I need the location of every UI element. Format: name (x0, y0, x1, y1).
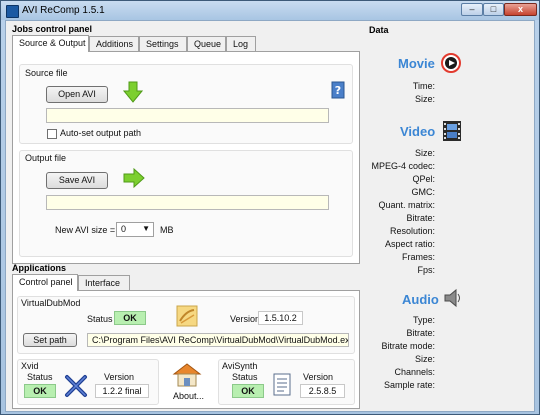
close-button[interactable]: x (504, 3, 537, 16)
title-bar[interactable]: AVI ReComp 1.5.1 – □ x (1, 1, 539, 20)
video-bitrate-label: Bitrate: (406, 213, 435, 223)
source-path-field[interactable] (46, 108, 329, 123)
speaker-icon (444, 288, 460, 308)
avisynth-status-badge: OK (232, 384, 264, 398)
minimize-button[interactable]: – (461, 3, 483, 16)
jobs-tabbar: Source & Output Additions Settings Queue… (12, 35, 362, 52)
xvid-title: Xvid (21, 361, 39, 371)
avisynth-version-label: Version (303, 372, 334, 382)
output-path-field[interactable] (46, 195, 329, 210)
save-avi-button[interactable]: Save AVI (46, 172, 108, 189)
new-avi-size-label: New AVI size = (55, 225, 116, 235)
video-codec-label: MPEG-4 codec: (371, 161, 435, 171)
audio-sample-rate-label: Sample rate: (383, 380, 435, 390)
avisynth-version-value: 2.5.8.5 (300, 384, 345, 398)
avisynth-status-label: Status (232, 372, 258, 382)
vdm-path-field[interactable]: C:\Program Files\AVI ReComp\VirtualDubMo… (87, 333, 349, 347)
virtualdubmod-logo-icon (176, 305, 198, 327)
size-unit-label: MB (160, 225, 174, 235)
avisynth-title: AviSynth (222, 361, 258, 371)
audio-size-label: Size: (414, 354, 435, 364)
video-heading: Video (400, 124, 436, 139)
chevron-down-icon: ▼ (142, 224, 150, 233)
video-quant-label: Quant. matrix: (378, 200, 435, 210)
audio-type-label: Type: (412, 315, 435, 325)
autoset-output-label: Auto-set output path (60, 128, 142, 138)
movie-heading: Movie (398, 56, 435, 71)
film-strip-icon (443, 121, 461, 141)
video-aspect-label: Aspect ratio: (384, 239, 435, 249)
tab-control-panel[interactable]: Control panel (12, 274, 78, 291)
source-file-label: Source file (25, 68, 68, 78)
open-avi-button[interactable]: Open AVI (46, 86, 108, 103)
xvid-status-label: Status (27, 372, 53, 382)
xvid-logo-icon (65, 375, 87, 397)
tab-interface[interactable]: Interface (78, 275, 130, 290)
vdm-status-badge: OK (114, 311, 146, 325)
app-window: AVI ReComp 1.5.1 – □ x Jobs control pane… (0, 0, 540, 415)
avi-size-value: 0 (121, 224, 127, 234)
about-house-icon[interactable] (172, 362, 202, 388)
xvid-version-value: 1.2.2 final (95, 384, 149, 398)
audio-heading: Audio (402, 292, 439, 307)
video-fps-label: Fps: (417, 265, 435, 275)
source-output-panel: Source file Open AVI ? Auto-set output p… (12, 51, 360, 264)
maximize-button[interactable]: □ (483, 3, 504, 16)
video-qpel-label: QPel: (412, 174, 435, 184)
tab-queue[interactable]: Queue (187, 36, 226, 51)
avisynth-document-icon (273, 373, 291, 396)
video-gmc-label: GMC: (411, 187, 436, 197)
xvid-status-badge: OK (24, 384, 56, 398)
audio-channels-label: Channels: (394, 367, 435, 377)
arrow-right-icon (123, 168, 145, 188)
vdm-version-label: Version (230, 314, 261, 324)
movie-time-label: Time: (412, 81, 435, 91)
audio-bitrate-label: Bitrate: (406, 328, 435, 338)
tab-log[interactable]: Log (226, 36, 256, 51)
video-frames-label: Frames: (401, 252, 435, 262)
tab-source-output[interactable]: Source & Output (12, 35, 89, 52)
set-path-button[interactable]: Set path (23, 333, 77, 347)
data-panel: Data Movie Time: Size: Video Size: MPEG-… (367, 23, 533, 409)
autoset-output-checkbox[interactable] (47, 129, 57, 139)
applications-tabbar: Control panel Interface (12, 274, 362, 291)
video-size-label: Size: (414, 148, 435, 158)
vdm-status-label: Status (87, 314, 113, 324)
vdm-version-value: 1.5.10.2 (258, 311, 303, 325)
control-panel: VirtualDubMod Status OK Version 1.5.10.2… (12, 290, 360, 409)
movie-size-label: Size: (414, 94, 435, 104)
svg-text:?: ? (335, 84, 341, 97)
tab-additions[interactable]: Additions (89, 36, 139, 51)
avi-size-select[interactable]: 0 ▼ (116, 222, 154, 237)
client-area: Jobs control panel Source & Output Addit… (5, 20, 535, 412)
movie-play-icon (441, 53, 461, 73)
video-resolution-label: Resolution: (389, 226, 435, 236)
applications-title: Applications (12, 263, 67, 273)
about-label[interactable]: About... (173, 391, 204, 401)
help-icon[interactable]: ? (331, 81, 345, 99)
virtualdubmod-title: VirtualDubMod (21, 298, 81, 308)
app-icon (6, 5, 19, 18)
window-title: AVI ReComp 1.5.1 (22, 5, 105, 16)
arrow-down-icon (123, 81, 143, 103)
jobs-panel-title: Jobs control panel (12, 24, 93, 34)
data-title: Data (369, 25, 389, 35)
xvid-version-label: Version (104, 372, 135, 382)
tab-settings[interactable]: Settings (139, 36, 187, 51)
audio-bitrate-mode-label: Bitrate mode: (381, 341, 435, 351)
output-file-label: Output file (25, 153, 67, 163)
